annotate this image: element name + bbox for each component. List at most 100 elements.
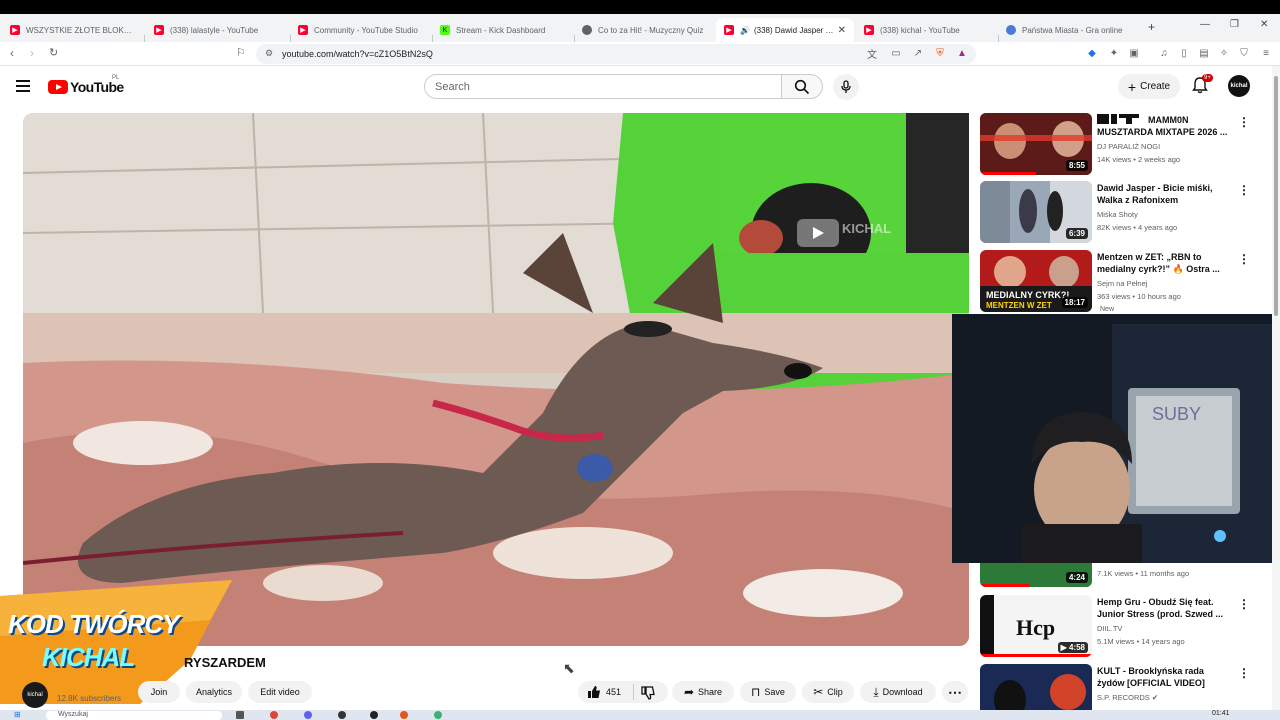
recommendation-channel[interactable]: DIIL.TV [1097,624,1122,633]
youtube-logo[interactable]: YouTube PL [48,75,124,95]
music-icon[interactable]: ♫ [1158,47,1170,59]
svg-text:MENTZEN W ZET: MENTZEN W ZET [986,301,1052,310]
share-button[interactable]: ➦ Share [672,681,734,703]
sidebar-icon[interactable]: ▯ [1178,47,1190,59]
browser-tab-4[interactable]: K Stream - Kick Dashboard [432,18,574,42]
save-button[interactable]: ⊓ Save [740,681,796,703]
scrollbar-thumb[interactable] [1274,76,1278,316]
recommendation-item[interactable]: MEDIALNY CYRK?! MENTZEN W ZET 18:17 Mentz… [980,250,1250,313]
channel-avatar[interactable]: kichal [22,682,48,708]
forward-icon[interactable]: › [30,46,34,60]
kebab-menu-icon[interactable]: ⋮ [1238,252,1250,266]
taskbar-search[interactable]: Wyszukaj [46,711,222,720]
video-thumbnail[interactable]: Hcp ▶ 4:58 [980,595,1092,657]
ai-icon[interactable]: ✧ [1218,47,1230,59]
video-duration: 4:24 [1065,572,1088,583]
menu-icon[interactable]: ≡ [1260,47,1272,59]
obs-icon[interactable] [338,711,346,719]
download-button[interactable]: ⤓ Download [860,681,936,703]
minimize-icon[interactable]: — [1200,19,1210,30]
downloads-icon[interactable]: ▣ [1128,47,1140,59]
brave-shield-icon[interactable]: ⛨ [934,47,946,59]
task-view-icon[interactable] [236,711,244,719]
recommendation-channel[interactable]: Sejm na Pełnej [1097,279,1147,288]
video-thumbnail[interactable]: 6:39 [980,181,1092,243]
join-button[interactable]: Join [138,681,180,703]
thumbs-up-icon [588,686,600,698]
edit-video-button[interactable]: Edit video [248,681,312,703]
site-info-icon[interactable]: ⚙ [265,48,273,59]
wallet-icon[interactable]: ▤ [1198,47,1210,59]
video-thumbnail[interactable]: 8:55 [980,113,1092,175]
voice-search-button[interactable] [833,74,859,100]
recommendation-meta: 363 views • 10 hours ago [1097,292,1181,301]
notifications-button[interactable]: 9+ [1192,74,1213,96]
translate-icon[interactable]: 文 [866,47,878,61]
more-actions-button[interactable]: ⋯ [942,681,968,703]
vpn-icon[interactable]: ⛉ [1238,47,1250,59]
cast-icon[interactable]: ▭ [890,47,902,59]
windows-start-icon[interactable]: ⊞ [14,710,21,719]
youtube-icon: ▶ [724,25,734,35]
new-tab-icon[interactable]: + [1148,20,1155,34]
app-icon[interactable] [434,711,442,719]
kebab-menu-icon[interactable]: ⋮ [1238,666,1250,680]
kebab-menu-icon[interactable]: ⋮ [1238,183,1250,197]
browser-tab-1[interactable]: ▶ WSZYSTKIE ZŁOTE BLOKI W BA... [2,18,140,42]
recommendation-channel[interactable]: DJ PARALIŻ NOGI [1097,142,1160,151]
dislike-button[interactable] [641,686,655,702]
recommendation-item[interactable]: Hcp ▶ 4:58 Hemp Gru - Obudź Się feat. Ju… [980,595,1250,657]
brave-icon[interactable] [400,711,408,719]
hamburger-menu-icon[interactable] [16,80,30,92]
restore-icon[interactable]: ❐ [1230,19,1239,30]
browser-tab-3[interactable]: ▶ Community - YouTube Studio [290,18,432,42]
recommendation-channel[interactable]: Miśka Shoty [1097,210,1138,219]
account-avatar[interactable]: kichal [1228,75,1250,97]
video-thumbnail[interactable] [980,664,1092,710]
tab-label: (338) kichal - YouTube [880,25,960,35]
svg-text:SUBY: SUBY [1152,404,1201,424]
search-input[interactable]: Search [424,74,782,99]
recommendation-item[interactable]: 6:39 Dawid Jasper - Bicie miśki, Walka z… [980,181,1250,243]
create-button[interactable]: + Create [1118,74,1180,99]
pip-play-icon[interactable] [797,219,839,247]
browser-tab-8[interactable]: Państwa Miasta - Gra online [998,18,1140,42]
youtube-icon: ▶ [10,25,20,35]
watch-progress-bar [980,654,1091,657]
like-button[interactable] [587,685,601,701]
share-page-icon[interactable]: ↗ [912,47,924,59]
join-label: Join [150,687,168,697]
kebab-menu-icon[interactable]: ⋮ [1238,115,1250,129]
browser-tab-active[interactable]: ▶ 🔊 (338) Dawid Jasper TYP ✕ [716,18,854,42]
channel-name: S.P. RECORDS [1097,693,1150,702]
chrome-icon[interactable] [270,711,278,719]
browser-tab-5[interactable]: Co to za Hit! - Muzyczny Quiz [574,18,716,42]
like-dislike-group: 451 [578,681,668,703]
app-icon[interactable] [370,711,378,719]
clip-button[interactable]: ✂ Clip [802,681,854,703]
puzzle-icon[interactable]: ✦ [1108,47,1120,59]
recommendation-channel[interactable]: S.P. RECORDS ✔ [1097,693,1158,702]
analytics-button[interactable]: Analytics [186,681,242,703]
reload-icon[interactable]: ↻ [49,46,58,59]
back-icon[interactable]: ‹ [10,46,14,60]
search-button[interactable] [781,74,823,99]
extension-icon[interactable]: ◆ [1086,47,1098,59]
discord-icon[interactable] [304,711,312,719]
microphone-icon [841,80,851,93]
recommendation-title: Dawid Jasper - Bicie miśki, Walka z Rafo… [1097,183,1213,205]
save-icon: ⊓ [751,685,761,699]
close-tab-icon[interactable]: ✕ [838,25,846,36]
kebab-menu-icon[interactable]: ⋮ [1238,597,1250,611]
video-thumbnail[interactable]: MEDIALNY CYRK?! MENTZEN W ZET 18:17 [980,250,1092,312]
bookmark-icon[interactable]: ⚐ [236,46,246,59]
close-window-icon[interactable]: ✕ [1260,19,1268,30]
recommendation-item[interactable]: 8:55 MAMM0N MUSZTARDA MIXTAPE 2026 ... D… [980,113,1250,175]
tab-label: (338) lalastyle - YouTube [170,25,259,35]
recommendation-item[interactable]: KULT - Brooklyńska rada żydów [OFFICIAL … [980,664,1250,710]
browser-tab-7[interactable]: ▶ (338) kichal - YouTube [856,18,998,42]
browser-tab-2[interactable]: ▶ (338) lalastyle - YouTube [146,18,288,42]
page-scrollbar[interactable] [1272,66,1280,710]
warning-icon[interactable]: ▲ [956,47,968,59]
logo-text: YouTube [70,79,124,95]
